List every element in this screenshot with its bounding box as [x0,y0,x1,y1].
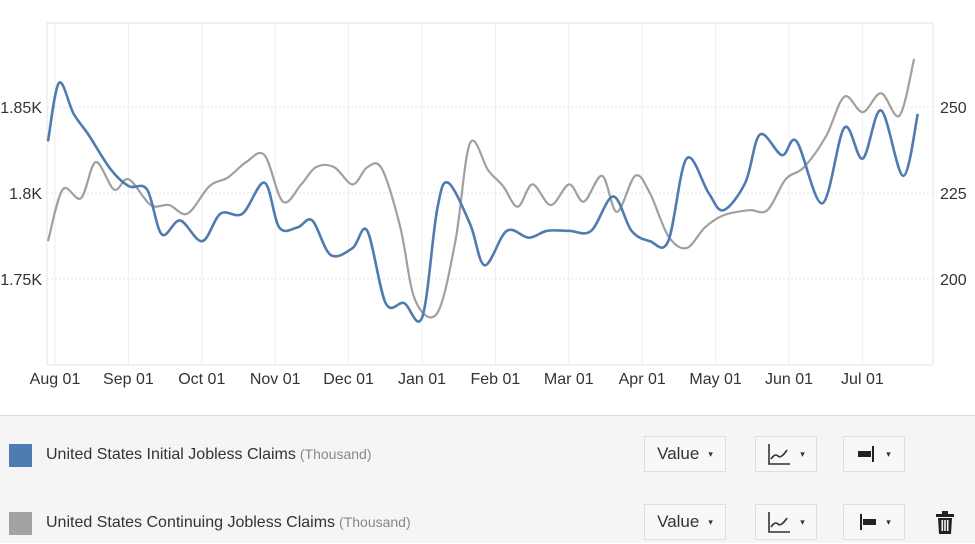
series-color-swatch[interactable] [9,512,32,535]
left-tick-label: 1.85K [0,100,42,117]
x-tick-label: May 01 [689,371,742,388]
right-tick-label: 250 [940,100,967,117]
value-select-label: Value [657,512,700,531]
right-tick-label: 225 [940,186,967,203]
value-select[interactable]: Value ▾ [644,436,726,472]
trash-icon [936,511,954,534]
series-unit: (Thousand) [339,514,411,530]
line-chart-icon [768,444,791,465]
x-tick-label: Feb 01 [470,371,520,388]
delete-series-button[interactable] [933,510,957,536]
left-axis: 1.75K 1.8K 1.85K [0,100,42,289]
caret-down-icon: ▾ [800,516,805,527]
legend-panel: United States Initial Jobless Claims (Tho… [0,415,975,543]
series-name: United States Initial Jobless Claims [46,446,296,463]
legend-row-continuing-claims: United States Continuing Jobless Claims(… [0,504,975,544]
caret-down-icon: ▾ [886,448,891,459]
x-tick-label: Jul 01 [841,371,884,388]
line-chart-icon [768,512,791,533]
caret-down-icon: ▾ [800,448,805,459]
value-select-label: Value [657,444,700,463]
left-tick-label: 1.75K [0,272,42,289]
grid-lines [46,22,934,366]
caret-down-icon: ▾ [886,516,891,527]
series-label: United States Initial Jobless Claims (Tho… [46,446,371,464]
x-tick-label: Jun 01 [765,371,813,388]
caret-down-icon: ▾ [708,516,713,527]
line-chart: 1.75K 1.8K 1.85K 200 225 250 Aug 01 Sep 01 Oct… [0,22,967,388]
x-tick-label: Dec 01 [323,371,374,388]
series-color-swatch[interactable] [9,444,32,467]
series-lines [46,58,920,323]
right-axis: 200 225 250 [940,100,967,289]
legend-row-initial-claims: United States Initial Jobless Claims (Tho… [0,436,975,476]
initial-claims-line [46,81,920,323]
series-name: United States Continuing Jobless Claims [46,514,336,531]
right-tick-label: 200 [940,272,967,289]
x-tick-label: Aug 01 [30,371,81,388]
axis-select[interactable]: ▾ [843,504,905,540]
axis-select[interactable]: ▾ [843,436,905,472]
x-tick-label: Nov 01 [250,371,301,388]
caret-down-icon: ▾ [708,448,713,459]
x-tick-label: Jan 01 [398,371,446,388]
chart-type-select[interactable]: ▾ [755,436,817,472]
series-label: United States Continuing Jobless Claims(… [46,514,411,532]
value-select[interactable]: Value ▾ [644,504,726,540]
chart-type-select[interactable]: ▾ [755,504,817,540]
x-tick-label: Oct 01 [178,371,225,388]
x-tick-label: Apr 01 [619,371,666,388]
axis-right-icon [858,446,875,462]
x-axis: Aug 01 Sep 01 Oct 01 Nov 01 Dec 01 Jan 01 Feb … [30,371,884,388]
x-tick-label: Mar 01 [544,371,594,388]
chart-area: 1.75K 1.8K 1.85K 200 225 250 Aug 01 Sep 01 Oct… [0,0,975,415]
x-tick-label: Sep 01 [103,371,154,388]
axis-left-icon [860,514,877,530]
left-tick-label: 1.8K [9,186,42,203]
series-unit: (Thousand) [299,446,372,462]
